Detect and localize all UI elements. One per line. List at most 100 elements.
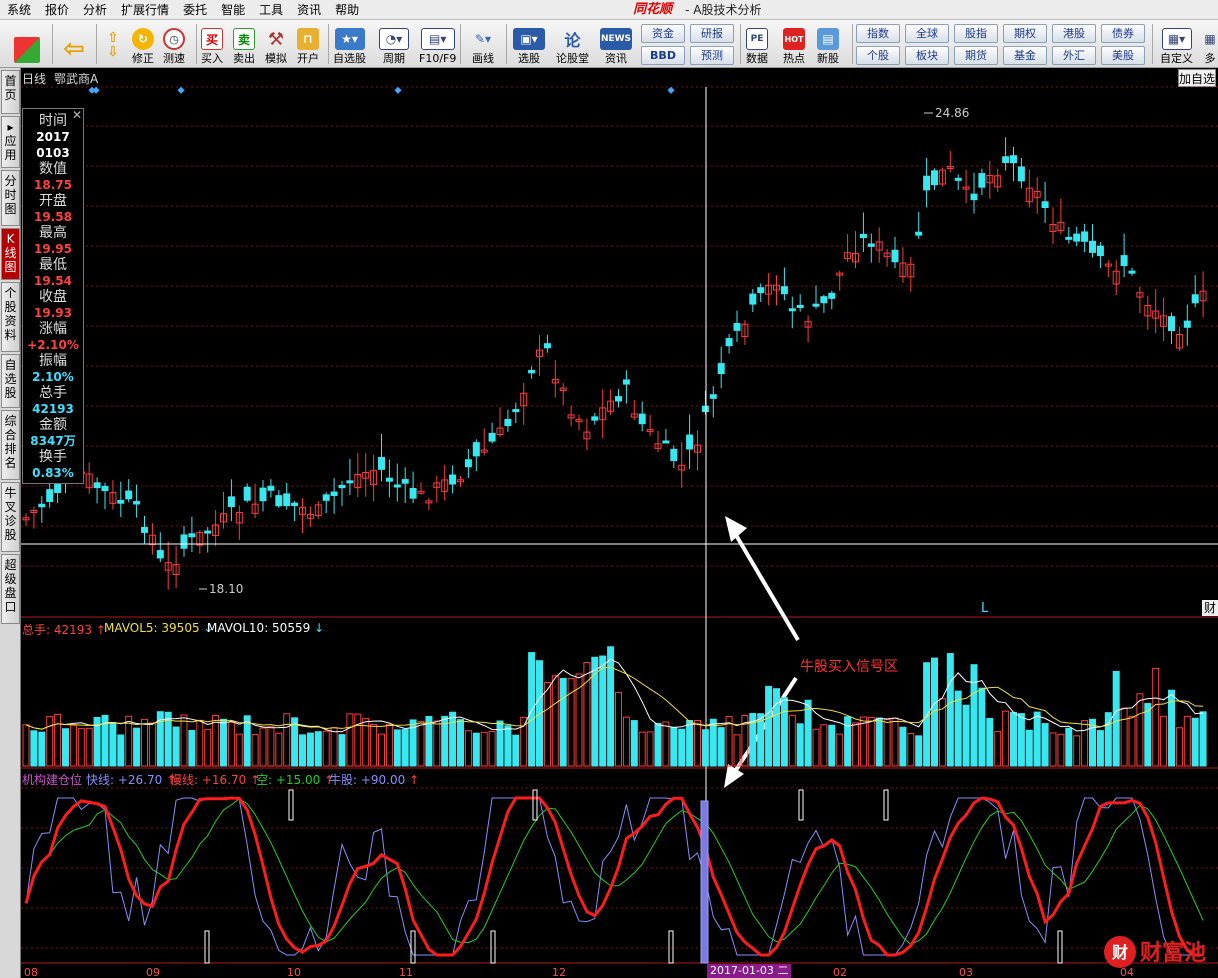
- period-button[interactable]: ◔▾ 周期: [379, 23, 409, 65]
- marker-l: L: [981, 601, 989, 616]
- tab-super-panel[interactable]: 超级盘口: [1, 554, 20, 624]
- tab-home[interactable]: 首页: [1, 70, 20, 114]
- news-button[interactable]: NEWS 资讯: [600, 23, 632, 65]
- lock-icon: ⊓: [297, 28, 319, 50]
- volume-bar: [780, 697, 788, 767]
- tab-diagnosis[interactable]: 牛叉诊股: [1, 482, 20, 552]
- market-futures-button[interactable]: 期货: [954, 46, 998, 65]
- volume-bar: [62, 728, 69, 767]
- market-stocks-button[interactable]: 个股: [856, 46, 900, 65]
- more-icon: ▦: [1204, 32, 1216, 46]
- bbd-button[interactable]: BBD: [641, 46, 685, 65]
- volume-bar: [22, 724, 30, 767]
- volume-bar: [607, 646, 615, 767]
- draw-line-button[interactable]: ✎▾ 画线: [468, 23, 498, 65]
- more-button[interactable]: ▦ 多: [1204, 23, 1216, 65]
- menu-trade[interactable]: 委托: [176, 0, 214, 20]
- tab-stock-profile[interactable]: 个股资料: [1, 282, 20, 352]
- watermark-logo: 财 财富池: [1104, 936, 1206, 968]
- candle-body: [1089, 240, 1096, 253]
- signal-annotation: 牛股买入信号区: [800, 659, 898, 675]
- buy-button[interactable]: 买 买入: [201, 23, 223, 65]
- candle-body: [141, 526, 148, 533]
- candle-body: [449, 474, 457, 485]
- menu-extended-quote[interactable]: 扩展行情: [114, 0, 176, 20]
- candle-body: [528, 369, 536, 374]
- market-hk-button[interactable]: 港股: [1052, 24, 1096, 43]
- simulate-button[interactable]: ⚒ 模拟: [265, 23, 287, 66]
- down-arrow-icon: ↓: [314, 621, 325, 635]
- candle-body: [204, 530, 212, 534]
- market-fund-button[interactable]: 基金: [1003, 46, 1047, 65]
- close-icon[interactable]: ✕: [72, 108, 82, 122]
- f10-button[interactable]: ▤▾ F10/F9: [419, 23, 456, 65]
- tab-ranking[interactable]: 综合排名: [1, 410, 20, 480]
- capital-button[interactable]: 资金: [641, 24, 685, 43]
- finance-tag[interactable]: 财: [1202, 600, 1218, 616]
- market-stock-index-button[interactable]: 股指: [954, 24, 998, 43]
- volume-bar: [1057, 733, 1065, 767]
- info-value: 18.75: [34, 178, 72, 192]
- back-button[interactable]: ⇦: [60, 23, 88, 65]
- scroll-arrows[interactable]: ⇧ ⇩: [102, 23, 124, 65]
- volume-bar: [970, 664, 978, 767]
- market-us-button[interactable]: 美股: [1101, 46, 1145, 65]
- volume-bar: [385, 724, 393, 767]
- menu-quote[interactable]: 报价: [38, 0, 76, 20]
- info-high-label: 最高: [39, 225, 67, 241]
- forecast-button[interactable]: 预测: [690, 46, 734, 65]
- stock-screener-button[interactable]: ▣▾ 选股: [513, 23, 545, 65]
- home-grid-button[interactable]: [14, 23, 40, 65]
- volume-bar: [899, 726, 907, 767]
- info-time-md: 0103: [36, 146, 70, 160]
- svg-text:财: 财: [1111, 943, 1128, 962]
- tab-kline[interactable]: K线图: [1, 228, 20, 280]
- market-index-button[interactable]: 指数: [856, 24, 900, 43]
- market-forex-button[interactable]: 外汇: [1052, 46, 1096, 65]
- revise-button[interactable]: ↻ 修正: [132, 23, 154, 65]
- up-arrow-icon: ↑: [409, 773, 420, 787]
- tab-timeshare[interactable]: 分时图: [1, 170, 20, 226]
- sell-button[interactable]: 卖 卖出: [233, 23, 255, 65]
- forum-button[interactable]: 论 论股堂: [556, 23, 589, 65]
- menu-news[interactable]: 资讯: [290, 0, 328, 20]
- volume-bar: [733, 734, 741, 767]
- market-options-button[interactable]: 期权: [1003, 24, 1047, 43]
- menu-help[interactable]: 帮助: [328, 0, 366, 20]
- custom-button[interactable]: ▦▾ 自定义: [1160, 23, 1193, 65]
- date-tick: 03: [959, 966, 973, 978]
- indicator-name[interactable]: 机构建仓位: [22, 771, 82, 788]
- data-button[interactable]: PE 数据: [746, 23, 768, 65]
- menu-system[interactable]: 系统: [0, 0, 38, 20]
- market-bond-button[interactable]: 债券: [1101, 24, 1145, 43]
- volume-bar: [670, 726, 678, 767]
- candle-body: [385, 477, 393, 482]
- speed-test-button[interactable]: ◷ 测速: [163, 23, 185, 65]
- candle-body: [1041, 201, 1049, 208]
- candle-body: [283, 493, 291, 506]
- menu-smart[interactable]: 智能: [214, 0, 252, 20]
- tab-apps[interactable]: ▸ 应用: [1, 116, 20, 168]
- candle-body: [330, 491, 338, 496]
- volume-bar: [1136, 693, 1144, 767]
- volume-bar: [986, 717, 994, 767]
- volume-bar: [378, 733, 385, 767]
- market-sector-button[interactable]: 板块: [905, 46, 949, 65]
- chart-area[interactable]: [21, 68, 1218, 978]
- research-button[interactable]: 研报: [690, 24, 734, 43]
- watchlist-button[interactable]: ★▾ 自选股: [333, 23, 366, 65]
- kline-chart-canvas[interactable]: [21, 68, 1218, 978]
- candle-body: [504, 418, 512, 427]
- signal-diamond: [394, 86, 402, 94]
- candle-body: [1017, 166, 1025, 182]
- new-stock-button[interactable]: ▤ 新股: [817, 23, 839, 65]
- add-watchlist-button[interactable]: 加自选: [1178, 69, 1216, 87]
- volume-bar: [836, 733, 844, 767]
- menu-analysis[interactable]: 分析: [76, 0, 114, 20]
- menu-tools[interactable]: 工具: [252, 0, 290, 20]
- open-account-button[interactable]: ⊓ 开户: [297, 23, 319, 65]
- volume-bar: [717, 727, 725, 767]
- market-global-button[interactable]: 全球: [905, 24, 949, 43]
- tab-watchlist[interactable]: 自选股: [1, 354, 20, 408]
- hotspot-button[interactable]: HOT 热点: [783, 23, 805, 65]
